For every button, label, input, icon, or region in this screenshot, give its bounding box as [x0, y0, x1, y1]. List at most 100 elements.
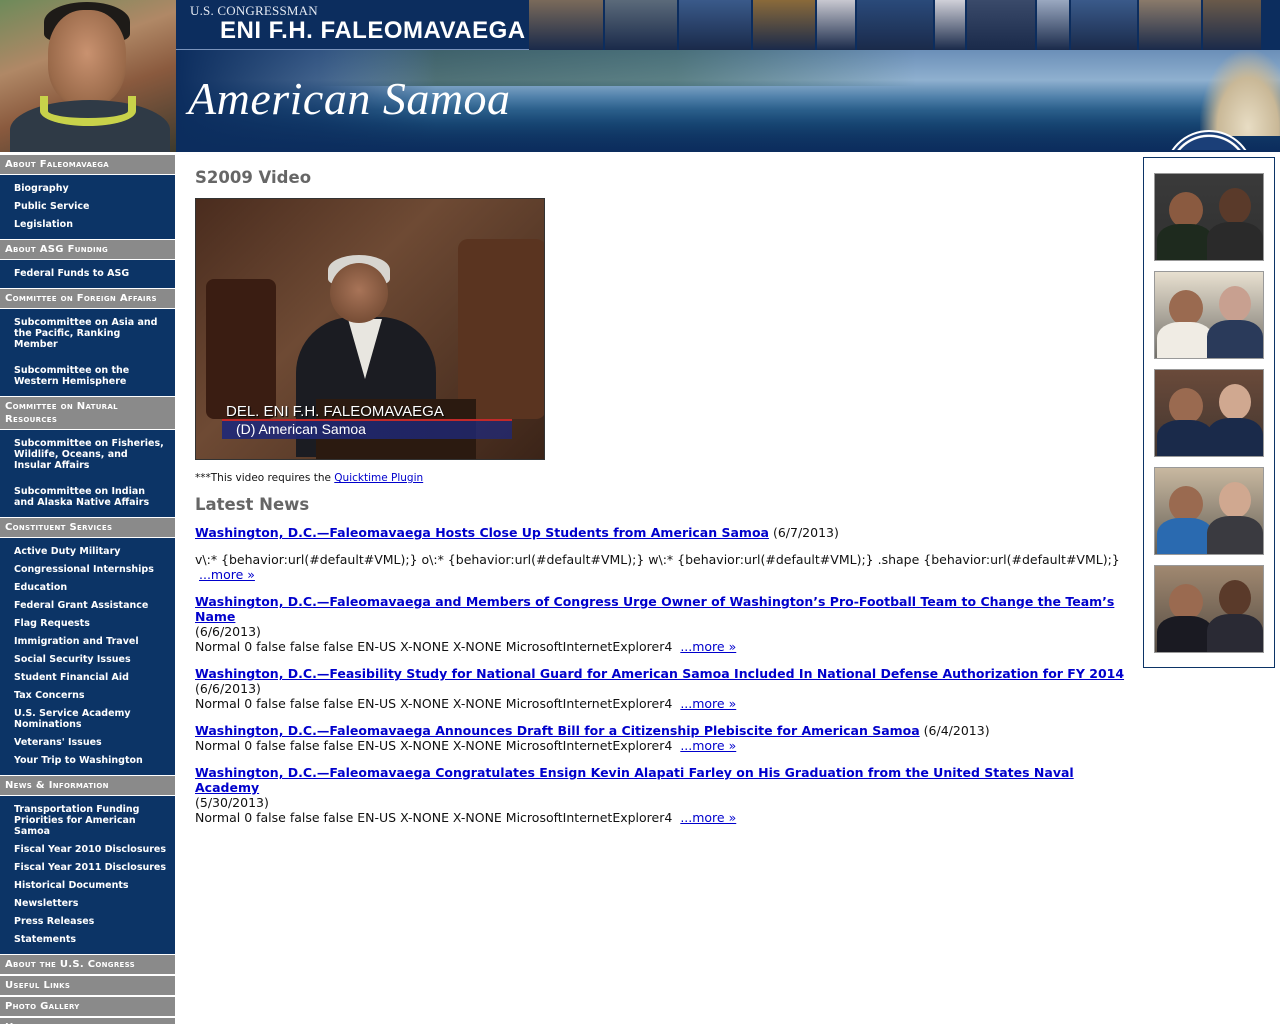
news-headline-link[interactable]: Washington, D.C.—Faleomavaega Congratula…	[195, 765, 1074, 795]
nav-section-news-information[interactable]: News & Information	[0, 775, 175, 796]
news-summary-text: v\:* {behavior:url(#default#VML);} o\:* …	[195, 552, 1120, 567]
nav-section-constituent-services[interactable]: Constituent Services	[0, 517, 175, 538]
nav-section-about-asg-funding[interactable]: About ASG Funding	[0, 239, 175, 260]
capitol-dome-image	[1200, 50, 1280, 136]
photo-person-body	[1207, 418, 1263, 456]
nav-section-useful-links[interactable]: Useful Links	[0, 975, 175, 996]
sidebar-photo[interactable]	[1154, 467, 1264, 555]
sidebar-photo[interactable]	[1154, 271, 1264, 359]
news-headline-link[interactable]: Washington, D.C.—Faleomavaega and Member…	[195, 594, 1114, 624]
header-photo	[1037, 0, 1071, 50]
sidebar-item-legislation[interactable]: Legislation	[0, 215, 175, 233]
news-summary: v\:* {behavior:url(#default#VML);} o\:* …	[195, 552, 1125, 582]
header-photo	[679, 0, 753, 50]
nav-group-about-faleomavaega: Biography Public Service Legislation	[0, 175, 175, 239]
site-header: U.S. CONGRESSMAN ENI F.H. FALEOMAVAEGA A…	[0, 0, 1280, 152]
news-more-link[interactable]: ...more »	[199, 567, 255, 582]
news-more-link[interactable]: ...more »	[680, 696, 736, 711]
sidebar-item-immigration-and-travel[interactable]: Immigration and Travel	[0, 632, 175, 650]
news-more-link[interactable]: ...more »	[680, 639, 736, 654]
sidebar-item-congressional-internships[interactable]: Congressional Internships	[0, 560, 175, 578]
nav-section-about-faleomavaega[interactable]: About Faleomavaega	[0, 154, 175, 175]
nav-section-committee-on-foreign-affairs[interactable]: Committee on Foreign Affairs	[0, 288, 175, 309]
sidebar-item-subcommittee-on-fisheries-wildlife-oceans-and-insular-affairs[interactable]: Subcommittee on Fisheries, Wildlife, Oce…	[0, 434, 175, 474]
sidebar-item-transportation-funding-priorities-for-american-samoa[interactable]: Transportation Funding Priorities for Am…	[0, 800, 175, 840]
sidebar-item-federal-grant-assistance[interactable]: Federal Grant Assistance	[0, 596, 175, 614]
header-photo	[817, 0, 857, 50]
sidebar-item-student-financial-aid[interactable]: Student Financial Aid	[0, 668, 175, 686]
sidebar-item-active-duty-military[interactable]: Active Duty Military	[0, 542, 175, 560]
sidebar-item-federal-funds-to-asg[interactable]: Federal Funds to ASG	[0, 264, 175, 282]
sidebar-photo[interactable]	[1154, 369, 1264, 457]
sidebar-item-subcommittee-on-indian-and-alaska-native-affairs[interactable]: Subcommittee on Indian and Alaska Native…	[0, 482, 175, 511]
photo-person-head	[1169, 388, 1203, 424]
video-player[interactable]: DEL. ENI F.H. FALEOMAVAEGA (D) American …	[195, 198, 545, 460]
photo-person-body	[1207, 222, 1263, 260]
photo-person-body	[1207, 614, 1263, 652]
news-item: Washington, D.C.—Faleomavaega Hosts Clos…	[195, 525, 1125, 540]
nav-section-about-the-u-s-congress[interactable]: About the U.S. Congress	[0, 954, 175, 975]
sidebar-item-fiscal-year-2011-disclosures[interactable]: Fiscal Year 2011 Disclosures	[0, 858, 175, 876]
plugin-note-text: ***This video requires the	[195, 472, 335, 484]
nav-section-photo-gallery[interactable]: Photo Gallery	[0, 996, 175, 1017]
news-headline-link[interactable]: Washington, D.C.—Feasibility Study for N…	[195, 666, 1124, 681]
sidebar-item-subcommittee-on-the-western-hemisphere[interactable]: Subcommittee on the Western Hemisphere	[0, 361, 175, 390]
news-more-link[interactable]: ...more »	[680, 738, 736, 753]
latest-news-title: Latest News	[195, 495, 310, 514]
photo-person-body	[1157, 616, 1213, 652]
sidebar-item-social-security-issues[interactable]: Social Security Issues	[0, 650, 175, 668]
header-photo	[529, 0, 605, 50]
photo-person-body	[1207, 320, 1263, 358]
sidebar-item-education[interactable]: Education	[0, 578, 175, 596]
sidebar-item-veterans-issues[interactable]: Veterans' Issues	[0, 733, 175, 751]
sidebar-photo[interactable]	[1154, 173, 1264, 261]
sidebar-item-statements[interactable]: Statements	[0, 930, 175, 948]
news-item: Washington, D.C.—Faleomavaega and Member…	[195, 594, 1125, 654]
photo-sidebar	[1143, 157, 1275, 668]
sidebar-item-u-s-service-academy-nominations[interactable]: U.S. Service Academy Nominations	[0, 704, 175, 733]
news-item: Washington, D.C.—Faleomavaega Congratula…	[195, 765, 1125, 825]
nav-group-committee-on-natural-resources: Subcommittee on Fisheries, Wildlife, Oce…	[0, 430, 175, 517]
photo-person-body	[1207, 516, 1263, 554]
sidebar-item-biography[interactable]: Biography	[0, 179, 175, 197]
sidebar-item-historical-documents[interactable]: Historical Documents	[0, 876, 175, 894]
sidebar-item-flag-requests[interactable]: Flag Requests	[0, 614, 175, 632]
photo-person-body	[1157, 420, 1213, 456]
video-caption-party: (D) American Samoa	[236, 421, 366, 437]
sidebar-photo[interactable]	[1154, 565, 1264, 653]
photo-person-body	[1157, 224, 1213, 260]
nav-group-constituent-services: Active Duty Military Congressional Intern…	[0, 538, 175, 775]
header-photo	[753, 0, 817, 50]
header-photo-strip	[529, 0, 1280, 50]
news-date: (6/7/2013)	[772, 525, 839, 540]
news-headline-link[interactable]: Washington, D.C.—Faleomavaega Hosts Clos…	[195, 525, 769, 540]
main-content: S2009 Video DEL. ENI F.H. FALEOMAVAEGA (…	[195, 168, 1125, 825]
sidebar-item-fiscal-year-2010-disclosures[interactable]: Fiscal Year 2010 Disclosures	[0, 840, 175, 858]
video-title: S2009 Video	[195, 168, 312, 187]
news-item: Washington, D.C.—Feasibility Study for N…	[195, 666, 1125, 711]
photo-person-body	[1157, 322, 1213, 358]
nav-group-news-information: Transportation Funding Priorities for Am…	[0, 796, 175, 954]
nav-section-committee-on-natural-resources[interactable]: Committee on Natural Resources	[0, 396, 175, 430]
news-headline-link[interactable]: Washington, D.C.—Faleomavaega Announces …	[195, 723, 920, 738]
nav-section-home[interactable]: Home	[0, 1017, 175, 1024]
photo-person-head	[1169, 584, 1203, 620]
news-summary-text: Normal 0 false false false EN-US X-NONE …	[195, 810, 673, 825]
photo-person-head	[1219, 384, 1251, 420]
news-date: (6/4/2013)	[923, 723, 990, 738]
sidebar-item-press-releases[interactable]: Press Releases	[0, 912, 175, 930]
photo-person-head	[1169, 192, 1203, 228]
sidebar-item-public-service[interactable]: Public Service	[0, 197, 175, 215]
photo-person-head	[1219, 482, 1251, 518]
sidebar-item-newsletters[interactable]: Newsletters	[0, 894, 175, 912]
photo-person-head	[1169, 290, 1203, 326]
news-more-link[interactable]: ...more »	[680, 810, 736, 825]
quicktime-plugin-link[interactable]: Quicktime Plugin	[334, 472, 423, 484]
congressman-portrait	[0, 0, 176, 152]
sidebar-nav: About Faleomavaega Biography Public Servic…	[0, 154, 175, 1024]
sidebar-item-tax-concerns[interactable]: Tax Concerns	[0, 686, 175, 704]
nav-group-committee-on-foreign-affairs: Subcommittee on Asia and the Pacific, Ra…	[0, 309, 175, 396]
news-date: (6/6/2013)	[195, 624, 261, 639]
sidebar-item-your-trip-to-washington[interactable]: Your Trip to Washington	[0, 751, 175, 769]
sidebar-item-subcommittee-on-asia-and-the-pacific-ranking-member[interactable]: Subcommittee on Asia and the Pacific, Ra…	[0, 313, 175, 353]
